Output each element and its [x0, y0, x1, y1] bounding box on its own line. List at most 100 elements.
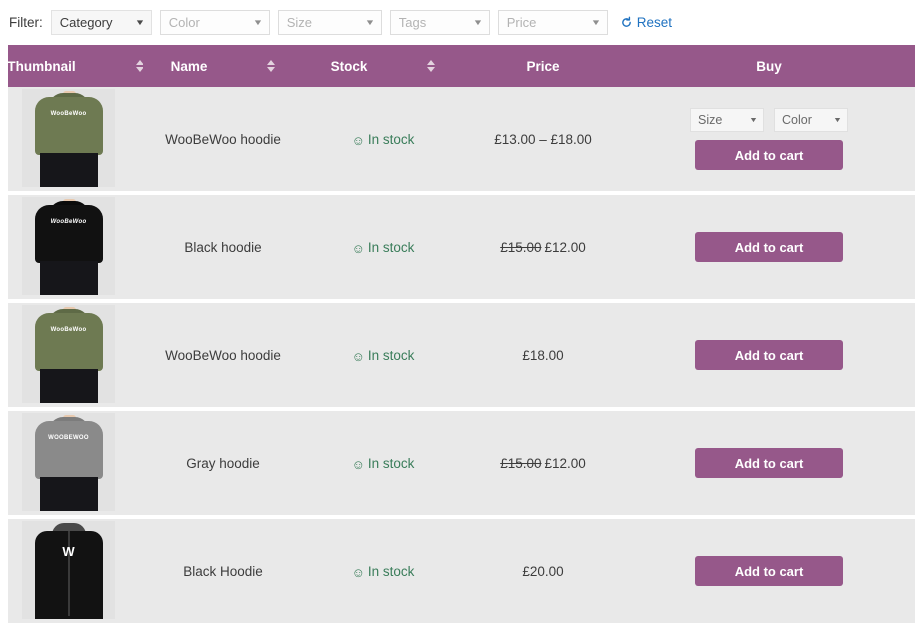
add-to-cart-button[interactable]: Add to cart: [695, 448, 843, 478]
status-badge: ☺ In stock: [352, 132, 415, 147]
stock-status-label: In stock: [367, 131, 415, 147]
product-price: £15.00 £12.00: [500, 456, 586, 471]
cell-thumbnail: W: [8, 517, 143, 627]
add-to-cart-button[interactable]: Add to cart: [695, 556, 843, 586]
table-row: WooBeWoo WooBeWoo hoodie ☺ In stock £18.0…: [8, 301, 915, 411]
column-header-name[interactable]: Name: [143, 45, 303, 87]
cell-price: £18.00: [463, 301, 623, 411]
product-name: Black hoodie: [184, 239, 262, 255]
cell-buy: Add to cart: [623, 517, 915, 627]
chevron-down-icon: ▼: [364, 17, 376, 27]
product-table-body: WooBeWoo WooBeWoo hoodie ☺ In stock £13.0…: [8, 87, 915, 627]
column-header-buy: Buy: [623, 45, 915, 87]
product-name: Black Hoodie: [183, 563, 263, 579]
table-header-row: Thumbnail Name Stock Price Buy: [7, 45, 915, 87]
cell-price: £15.00 £12.00: [463, 193, 623, 303]
filter-select-category[interactable]: Category ▼: [50, 10, 152, 35]
chevron-down-icon: ▼: [134, 17, 146, 27]
variation-select-color[interactable]: Color ▼: [774, 108, 848, 132]
stock-status-label: In stock: [367, 347, 415, 363]
product-price-range: £13.00 – £18.00: [494, 131, 592, 147]
cell-name: WooBeWoo hoodie: [143, 301, 303, 411]
add-to-cart-button[interactable]: Add to cart: [695, 232, 843, 262]
chevron-down-icon: ▼: [472, 17, 484, 27]
stock-status-label: In stock: [367, 563, 415, 579]
column-header-thumbnail-label: Thumbnail: [7, 58, 76, 74]
product-table-wrapper: Thumbnail Name Stock Price Buy WooBeWoo …: [7, 45, 915, 627]
chevron-down-icon: ▼: [833, 116, 843, 124]
filter-select-size[interactable]: Size ▼: [277, 10, 382, 35]
thumbnail-logo-text: WooBeWoo: [50, 326, 87, 333]
column-header-price[interactable]: Price: [463, 45, 623, 87]
filter-select-tags[interactable]: Tags ▼: [389, 10, 490, 35]
stock-status-label: In stock: [367, 455, 415, 471]
column-header-stock-label: Stock: [330, 58, 368, 74]
product-price: £18.00: [522, 347, 564, 363]
thumbnail-logo-text: WooBeWoo: [50, 110, 87, 117]
smiley-icon: ☺: [351, 240, 365, 256]
thumbnail-logo-text: WooBeWoo: [50, 218, 87, 225]
product-name: WooBeWoo hoodie: [165, 131, 281, 147]
filter-select-price-label: Price: [506, 15, 537, 30]
cell-thumbnail: WooBeWoo: [8, 87, 143, 195]
cell-buy: Add to cart: [623, 193, 915, 303]
cell-name: WooBeWoo hoodie: [143, 87, 303, 195]
stock-status-label: In stock: [367, 239, 415, 255]
cell-thumbnail: WOOBEWOO: [8, 409, 143, 519]
cell-thumbnail: WooBeWoo: [8, 193, 143, 303]
column-header-stock[interactable]: Stock: [303, 45, 463, 87]
chevron-down-icon: ▼: [252, 17, 264, 27]
status-badge: ☺ In stock: [352, 564, 415, 579]
smiley-icon: ☺: [351, 456, 365, 472]
variation-select-color-label: Color: [782, 113, 812, 127]
cell-stock: ☺ In stock: [303, 517, 463, 627]
product-price: £15.00 £12.00: [500, 240, 586, 255]
variation-select-size[interactable]: Size ▼: [690, 108, 764, 132]
product-price-regular: £15.00: [500, 455, 542, 471]
cell-stock: ☺ In stock: [303, 301, 463, 411]
product-price-regular: £15.00: [500, 239, 542, 255]
product-price-sale: £12.00: [544, 455, 586, 471]
column-header-thumbnail[interactable]: Thumbnail: [7, 45, 144, 87]
product-thumbnail-black-hoodie[interactable]: WooBeWoo: [22, 196, 115, 295]
product-thumbnail-olive-hoodie[interactable]: WooBeWoo: [22, 88, 115, 187]
add-to-cart-button[interactable]: Add to cart: [695, 340, 843, 370]
product-price: £20.00: [522, 563, 564, 579]
smiley-icon: ☺: [351, 348, 365, 364]
chevron-down-icon: ▼: [749, 116, 759, 124]
product-name: WooBeWoo hoodie: [165, 347, 281, 363]
sort-arrows-icon[interactable]: [427, 60, 436, 72]
product-thumbnail-olive-hoodie[interactable]: WooBeWoo: [22, 304, 115, 403]
variation-select-size-label: Size: [698, 113, 723, 127]
product-table-head: Thumbnail Name Stock Price Buy: [7, 45, 915, 87]
cell-price: £13.00 – £18.00: [463, 87, 623, 195]
thumbnail-logo-text: W: [62, 543, 75, 559]
filter-select-tags-label: Tags: [398, 15, 427, 30]
product-thumbnail-black-zip-hoodie[interactable]: W: [22, 520, 115, 619]
add-to-cart-button[interactable]: Add to cart: [695, 140, 843, 170]
product-name: Gray hoodie: [186, 455, 260, 471]
cell-stock: ☺ In stock: [303, 409, 463, 519]
filter-label: Filter:: [9, 15, 43, 30]
cell-stock: ☺ In stock: [303, 87, 463, 195]
filter-select-color[interactable]: Color ▼: [159, 10, 270, 35]
product-thumbnail-gray-hoodie[interactable]: WOOBEWOO: [22, 412, 115, 511]
cell-buy: Add to cart: [623, 409, 915, 519]
variation-selects: Size ▼ Color ▼: [690, 108, 848, 132]
sort-arrows-icon[interactable]: [267, 60, 276, 72]
product-price-sale: £12.00: [544, 239, 586, 255]
status-badge: ☺ In stock: [352, 456, 415, 471]
filter-select-size-label: Size: [286, 15, 313, 30]
reset-arrow-icon: [620, 16, 633, 29]
filter-select-category-label: Category: [59, 15, 113, 30]
reset-filters-label: Reset: [636, 15, 673, 30]
table-row: WooBeWoo WooBeWoo hoodie ☺ In stock £13.0…: [8, 87, 915, 195]
cell-thumbnail: WooBeWoo: [8, 301, 143, 411]
column-header-name-label: Name: [170, 58, 208, 74]
smiley-icon: ☺: [351, 132, 365, 148]
cell-name: Black hoodie: [143, 193, 303, 303]
cell-buy: Size ▼ Color ▼ Add to cart: [623, 87, 915, 195]
chevron-down-icon: ▼: [590, 17, 602, 27]
filter-select-price[interactable]: Price ▼: [497, 10, 608, 35]
reset-filters-link[interactable]: Reset: [620, 15, 672, 30]
